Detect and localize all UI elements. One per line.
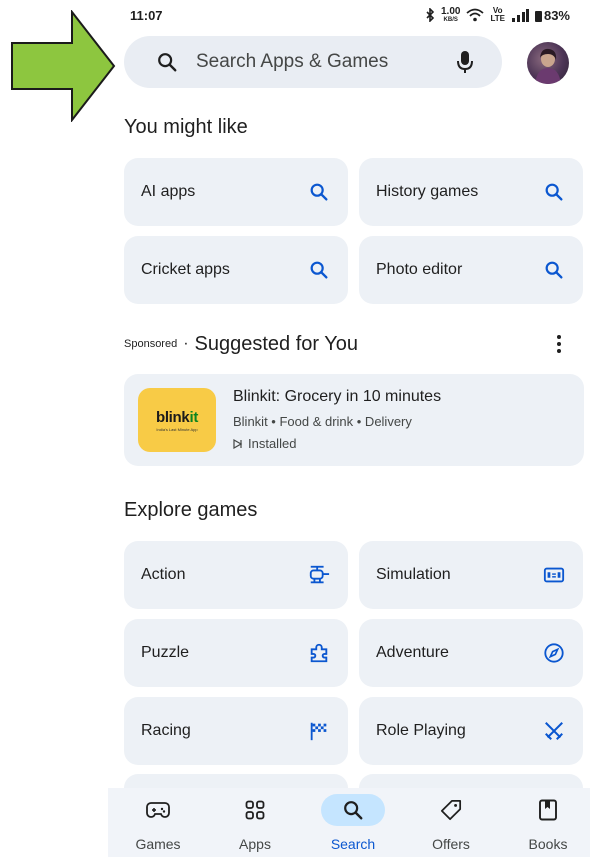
game-category-role-playing[interactable]: Role Playing	[359, 697, 583, 765]
network-speed: 1.00 KB/S	[440, 5, 461, 23]
battery-indicator: 83%	[534, 8, 570, 23]
checkered-flag-icon	[310, 722, 327, 741]
search-icon	[310, 183, 328, 201]
bluetooth-icon	[426, 8, 435, 22]
simulation-icon	[543, 567, 565, 583]
app-name: Blinkit: Grocery in 10 minutes	[233, 388, 442, 405]
avatar[interactable]	[527, 42, 569, 84]
nav-games[interactable]: Games	[110, 788, 206, 857]
search-icon	[545, 261, 563, 279]
nav-books[interactable]: Books	[500, 788, 590, 857]
blinkit-logo-tagline: India's Last Minute App	[156, 426, 198, 432]
avatar-figure-icon	[535, 48, 561, 84]
sponsored-tag: Sponsored	[124, 338, 178, 350]
book-icon	[539, 799, 557, 821]
search-bar[interactable]: Search Apps & Games	[124, 36, 502, 88]
game-category-adventure[interactable]: Adventure	[359, 619, 583, 687]
blinkit-app-logo: blinkit India's Last Minute App	[138, 388, 216, 452]
explore-games-heading: Explore games	[124, 499, 258, 521]
nav-offers[interactable]: Offers	[403, 788, 499, 857]
battery-icon	[534, 10, 542, 22]
compass-icon	[544, 643, 564, 663]
signal-icon	[511, 8, 529, 22]
search-icon	[344, 801, 363, 820]
nav-apps[interactable]: Apps	[207, 788, 303, 857]
swords-icon	[545, 722, 563, 740]
gamepad-icon	[146, 802, 170, 818]
blinkit-logo-wordmark: blinkit	[155, 408, 199, 426]
apps-grid-icon	[245, 800, 265, 820]
annotation-arrow-icon	[11, 10, 116, 122]
game-category-racing[interactable]: Racing	[124, 697, 348, 765]
bottom-navigation: Games Apps Search Offers Books	[108, 788, 590, 857]
status-time: 11:07	[130, 7, 163, 23]
suggested-for-you-heading: Suggested for You	[194, 332, 359, 355]
you-might-like-heading: You might like	[124, 116, 248, 138]
status-icons: 1.00 KB/S Vo LTE 83%	[425, 5, 570, 24]
installed-icon	[233, 438, 243, 449]
offer-tag-icon	[440, 799, 462, 821]
suggested-header: Sponsored · Suggested for You	[124, 330, 570, 358]
more-options-icon[interactable]	[556, 334, 562, 354]
search-icon	[310, 261, 328, 279]
suggestion-chip-cricket-apps[interactable]: Cricket apps	[124, 236, 348, 304]
volte-indicator: Vo LTE	[490, 6, 505, 23]
suggestion-chip-history-games[interactable]: History games	[359, 158, 583, 226]
nav-search[interactable]: Search	[305, 788, 401, 857]
game-category-action[interactable]: Action	[124, 541, 348, 609]
separator-dot: ·	[183, 335, 189, 352]
game-category-simulation[interactable]: Simulation	[359, 541, 583, 609]
suggestion-chip-ai-apps[interactable]: AI apps	[124, 158, 348, 226]
game-category-puzzle[interactable]: Puzzle	[124, 619, 348, 687]
puzzle-icon	[310, 643, 328, 663]
microphone-icon[interactable]	[456, 50, 474, 74]
status-bar: 11:07 1.00 KB/S Vo LTE 83%	[130, 0, 570, 30]
helicopter-icon	[309, 565, 330, 584]
search-icon	[158, 53, 177, 72]
app-install-status: Installed	[233, 436, 296, 451]
suggested-app-card[interactable]: blinkit India's Last Minute App Blinkit:…	[124, 374, 584, 466]
search-input[interactable]: Search Apps & Games	[196, 51, 456, 73]
app-meta: Blinkit • Food & drink • Delivery	[233, 414, 412, 429]
suggestion-chip-photo-editor[interactable]: Photo editor	[359, 236, 583, 304]
search-icon	[545, 183, 563, 201]
wifi-icon	[466, 8, 485, 22]
